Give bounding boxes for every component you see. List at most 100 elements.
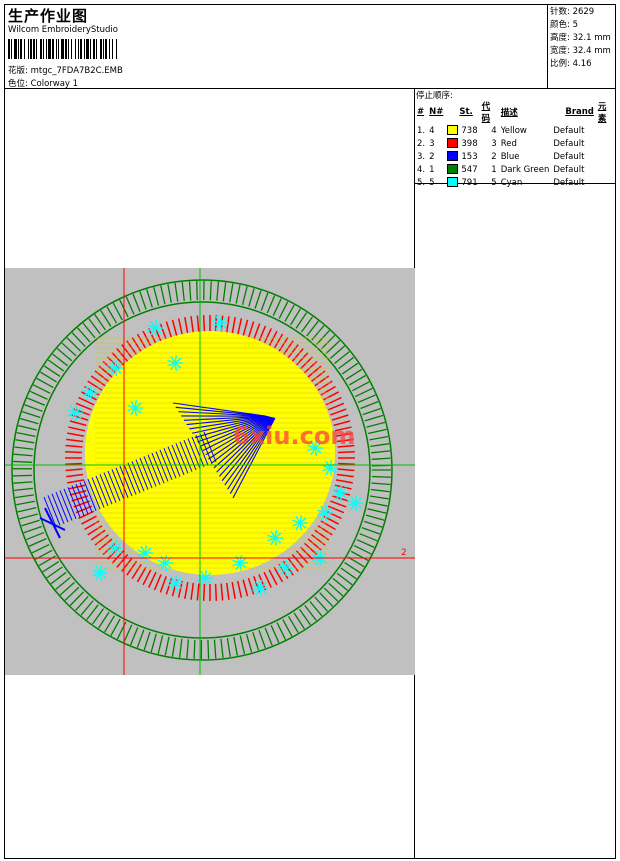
- green-stitch: [27, 397, 46, 406]
- green-stitch: [193, 639, 196, 659]
- row-element: [596, 150, 615, 163]
- stats-panel: 针数: 2629 颜色: 5 高度: 32.1 mm 宽度: 32.4 mm 比…: [548, 5, 615, 89]
- row-description: Blue: [500, 151, 520, 162]
- green-stitch: [207, 639, 210, 659]
- green-stitch: [24, 404, 43, 412]
- green-stitch: [369, 435, 389, 441]
- design-file-line: 花版: mtgc_7FDA7B2C.EMB: [8, 64, 123, 76]
- header-panel: 生产作业图 Wilcom EmbroideryStudio 花版: mtgc_7…: [5, 5, 548, 89]
- green-stitch: [43, 365, 61, 377]
- green-stitch: [347, 556, 365, 568]
- green-stitch: [353, 545, 372, 555]
- green-stitch: [116, 621, 127, 640]
- row-brand: Default: [553, 151, 585, 162]
- red-stitch: [327, 402, 345, 411]
- green-stitch: [186, 639, 190, 659]
- red-stitch: [159, 576, 167, 593]
- green-stitch: [28, 538, 47, 547]
- red-stitch: [190, 316, 195, 334]
- col-description: 描述: [500, 108, 518, 118]
- red-stitch: [220, 583, 224, 601]
- green-stitch: [13, 453, 33, 457]
- green-stitch: [367, 428, 387, 435]
- green-stitch: [350, 550, 369, 562]
- red-stitch: [171, 319, 178, 337]
- row-stitches: 738: [445, 124, 479, 137]
- design-file-name: mtgc_7FDA7B2C.EMB: [30, 66, 123, 76]
- green-stitch: [226, 637, 231, 657]
- production-worksheet: 生产作业图 Wilcom EmbroideryStudio 花版: mtgc_7…: [4, 4, 616, 859]
- green-stitch: [360, 401, 379, 410]
- green-stitch: [160, 285, 166, 305]
- green-stitch: [361, 526, 381, 535]
- red-stitch: [247, 577, 255, 595]
- green-stitch: [123, 624, 133, 643]
- green-stitch: [229, 283, 234, 303]
- green-stitch: [276, 622, 287, 640]
- red-stitch: [242, 579, 249, 597]
- green-stitch: [13, 474, 33, 477]
- green-stitch: [284, 304, 295, 322]
- green-stitch: [110, 618, 121, 636]
- green-stitch: [264, 627, 273, 646]
- design-area: 2 6xiu.com: [5, 89, 415, 859]
- row-needle: 1: [429, 164, 435, 175]
- green-stitch: [23, 525, 42, 534]
- green-stitch: [287, 615, 299, 634]
- green-stitch: [371, 475, 391, 478]
- color-swatch: [447, 138, 459, 149]
- green-stitch: [235, 284, 241, 304]
- page-title: 生产作业图: [8, 7, 89, 25]
- green-stitch: [146, 289, 153, 308]
- col-brand: Brand: [565, 107, 594, 117]
- green-stitch: [139, 291, 147, 310]
- green-stitch: [368, 501, 388, 507]
- green-stitch: [270, 625, 280, 643]
- red-stitch: [258, 325, 267, 342]
- green-stitch: [371, 482, 391, 486]
- col-needle: N#: [429, 107, 444, 117]
- red-stitch: [67, 432, 85, 437]
- row-index: 4.: [417, 164, 426, 175]
- green-stitch: [371, 450, 391, 454]
- red-stitch: [142, 330, 152, 347]
- red-stitch: [268, 330, 278, 347]
- red-stitch: [337, 451, 355, 454]
- green-stitch: [239, 635, 246, 655]
- red-stitch: [66, 438, 84, 443]
- green-stitch: [16, 432, 36, 438]
- red-stitch: [202, 315, 206, 333]
- green-stitch: [258, 629, 267, 649]
- table-row: 2. 3 398 3 Red Default: [415, 137, 615, 150]
- green-stitch: [369, 495, 389, 500]
- green-stitch: [14, 487, 34, 492]
- red-stitch: [65, 462, 83, 465]
- green-stitch: [254, 290, 262, 309]
- color-swatch: [447, 177, 459, 188]
- green-stitch: [245, 633, 253, 653]
- red-stitch: [231, 317, 236, 335]
- red-stitch: [236, 580, 243, 598]
- row-stitches: 547: [445, 163, 479, 176]
- green-stitch: [293, 612, 305, 630]
- green-stitch: [188, 281, 192, 301]
- green-stitch: [19, 513, 38, 520]
- col-element: 元素: [597, 102, 607, 124]
- red-stitch: [68, 426, 86, 432]
- red-stitch: [335, 479, 353, 484]
- green-stitch: [104, 615, 116, 633]
- red-stitch: [331, 414, 349, 421]
- row-code: 1: [491, 164, 497, 175]
- green-stitch: [359, 533, 378, 542]
- red-stitch: [148, 571, 157, 588]
- row-description: Dark Green: [500, 164, 550, 175]
- barcode-icon: [8, 39, 117, 59]
- guide-marker-label: 2: [401, 548, 407, 558]
- green-stitch: [106, 306, 118, 324]
- row-index: 2.: [417, 138, 426, 149]
- red-stitch: [337, 462, 355, 465]
- watermark-text: 6xiu.com: [233, 422, 355, 450]
- green-stitch: [136, 629, 145, 648]
- green-stitch: [13, 460, 33, 463]
- red-stitch: [142, 569, 152, 586]
